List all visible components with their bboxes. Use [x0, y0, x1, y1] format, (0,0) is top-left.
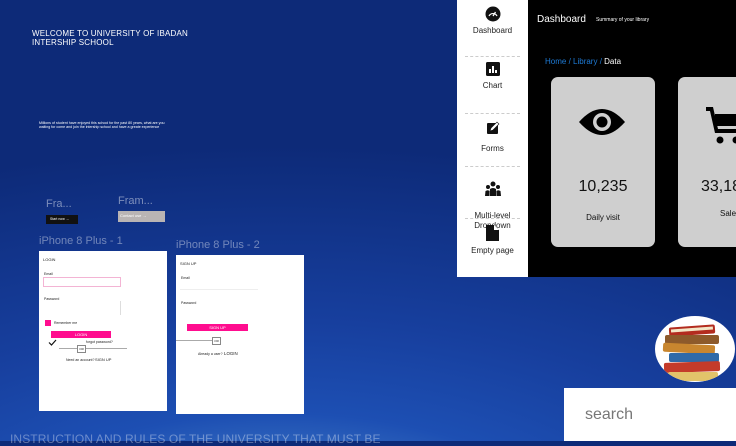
login-button[interactable]: LOGIN — [51, 331, 111, 338]
frame-2-label: Fram... — [118, 195, 153, 207]
remember-me-label: Remember me — [54, 321, 77, 325]
daily-visit-value: 10,235 — [551, 178, 655, 196]
breadcrumb-current: Data — [604, 57, 621, 66]
signup-title: SIGN UP — [180, 261, 196, 266]
breadcrumb: Home / Library / Data — [545, 57, 621, 66]
sidebar-item-dashboard[interactable]: Dashboard — [457, 6, 528, 35]
checkmark-icon — [48, 339, 57, 346]
dashboard-panel: Dashboard Summary of your library Home /… — [528, 0, 736, 277]
signup-button[interactable]: SIGN UP — [187, 324, 248, 331]
rules-heading: INSTRUCTION AND RULES OF THE UNIVERSITY … — [10, 432, 381, 446]
sales-value: 33,18 — [701, 178, 736, 196]
welcome-line-2: INTERSHIP SCHOOL — [32, 38, 188, 47]
sidebar-item-multilevel-dropdown[interactable]: Multi-level Dropdown — [457, 171, 528, 231]
sales-card: 33,18 Sale — [678, 77, 736, 247]
login-email-label: Email — [44, 272, 53, 276]
signup-phone-frame: SIGN UP Email Password SIGN UP OR Alread… — [176, 255, 304, 414]
sidebar-divider — [465, 113, 520, 114]
signup-email-field[interactable] — [180, 280, 258, 290]
dashboard-gauge-icon — [485, 6, 501, 22]
intro-paragraph: Millions of student have enjoyed this sc… — [39, 121, 167, 130]
sidebar-divider — [465, 218, 520, 219]
users-group-icon — [485, 181, 501, 196]
start-now-button[interactable]: Start now → — [46, 215, 78, 224]
canvas-background: { "welcome": {"line1": "WELCOME TO UNIVE… — [0, 0, 736, 441]
sidebar-divider — [465, 56, 520, 57]
welcome-heading: WELCOME TO UNIVERSITY OF IBADAN INTERSHI… — [32, 29, 188, 47]
search-input[interactable] — [585, 406, 730, 424]
sidebar-item-chart-label: Chart — [483, 81, 503, 90]
sidebar-item-chart[interactable]: Chart — [457, 62, 528, 90]
signup-password-field[interactable] — [180, 305, 258, 319]
welcome-line-1: WELCOME TO UNIVERSITY OF IBADAN — [32, 29, 188, 38]
books-stack-icon — [655, 316, 735, 382]
frame-1-label: Fra... — [46, 198, 72, 210]
sidebar-item-empty-page-label: Empty page — [471, 246, 514, 255]
shopping-cart-icon — [706, 105, 736, 145]
eye-icon — [579, 106, 625, 138]
login-password-field[interactable] — [43, 301, 121, 315]
iphone-1-label: iPhone 8 Plus - 1 — [39, 235, 123, 247]
contact-us-button[interactable]: Contact use → — [118, 211, 165, 222]
login-email-field[interactable] — [43, 277, 121, 287]
sidebar-item-dashboard-label: Dashboard — [473, 26, 512, 35]
already-user-label: Already a user? — [198, 352, 223, 356]
signup-link[interactable]: SIGN UP — [95, 357, 111, 362]
need-account-label: Need an account? — [66, 358, 94, 362]
breadcrumb-library-link[interactable]: Library — [573, 57, 597, 66]
sales-label: Sale — [720, 209, 736, 218]
daily-visit-label: Daily visit — [551, 213, 655, 222]
sidebar-divider — [465, 166, 520, 167]
breadcrumb-home-link[interactable]: Home — [545, 57, 566, 66]
sidebar-item-empty-page[interactable]: Empty page — [457, 225, 528, 255]
books-image — [655, 316, 735, 382]
remember-me-checkbox[interactable] — [45, 320, 51, 326]
login-link[interactable]: LOGIN — [224, 351, 238, 356]
login-phone-frame: LOGIN Email Password Remember me LOGIN f… — [39, 251, 167, 411]
edit-form-icon — [486, 121, 500, 135]
dashboard-title: Dashboard — [537, 14, 586, 25]
signup-or-badge: OR — [212, 337, 221, 345]
sidebar-item-forms-label: Forms — [481, 144, 504, 153]
sidebar: Dashboard Chart Forms Multi-level Dropdo… — [457, 0, 528, 277]
file-icon — [486, 225, 499, 241]
login-title: LOGIN — [43, 257, 55, 262]
sidebar-item-forms[interactable]: Forms — [457, 121, 528, 153]
or-badge: OR — [77, 345, 86, 353]
breadcrumb-separator: / — [566, 57, 573, 66]
daily-visit-card: 10,235 Daily visit — [551, 77, 655, 247]
bar-chart-icon — [486, 62, 500, 76]
forgot-password-link[interactable]: forgot password? — [86, 340, 113, 344]
search-box — [564, 388, 736, 441]
dashboard-subtitle: Summary of your library — [596, 17, 649, 23]
or-divider — [59, 348, 127, 349]
iphone-2-label: iPhone 8 Plus - 2 — [176, 239, 260, 251]
